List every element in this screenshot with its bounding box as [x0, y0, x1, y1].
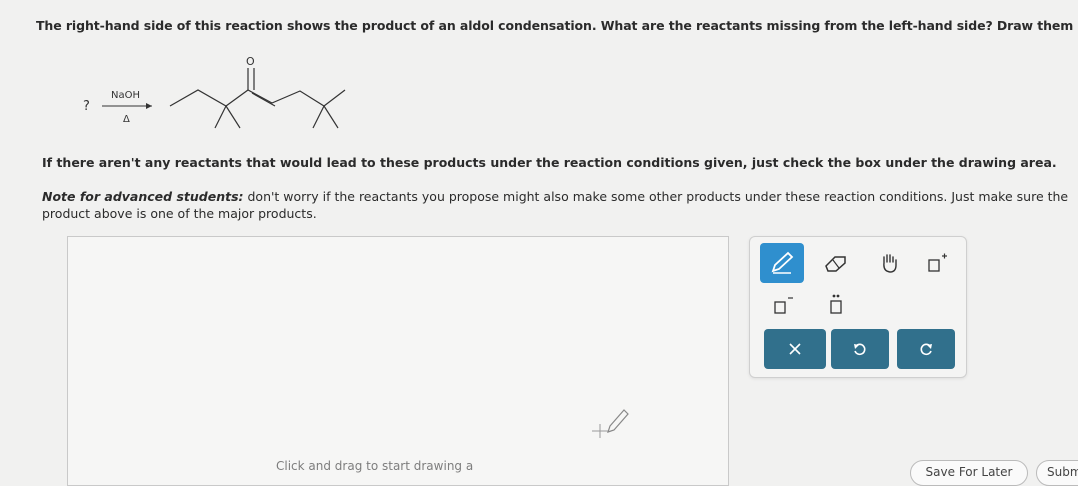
- instructions-text: If there aren't any reactants that would…: [42, 155, 1057, 170]
- reaction-scheme: ? NaOH Δ O: [70, 48, 390, 138]
- pencil-icon: [771, 251, 794, 274]
- pencil-tool-button[interactable]: [760, 243, 804, 283]
- note-line1: don't worry if the reactants you propose…: [243, 189, 1069, 204]
- add-charge-button[interactable]: [914, 243, 958, 283]
- crosshair-pencil-icon: [588, 402, 638, 446]
- eraser-tool-button[interactable]: [814, 243, 858, 283]
- clear-button[interactable]: [764, 329, 826, 369]
- reagent-heat: Δ: [123, 114, 130, 125]
- hand-icon: [883, 254, 897, 273]
- redo-icon: [920, 343, 932, 356]
- remove-charge-icon: [774, 297, 793, 314]
- drawing-toolbar: [749, 236, 967, 378]
- advanced-note: Note for advanced students: don't worry …: [42, 188, 1078, 222]
- lone-pair-icon: [830, 294, 842, 314]
- missing-reactant-mark: ?: [83, 99, 90, 114]
- undo-icon: [854, 343, 866, 356]
- submit-button[interactable]: Subm: [1036, 460, 1078, 486]
- redo-button[interactable]: [897, 329, 955, 369]
- note-lead: Note for advanced students:: [42, 189, 244, 204]
- undo-button[interactable]: [831, 329, 889, 369]
- question-text: The right-hand side of this reaction sho…: [36, 18, 1078, 33]
- product-structure: [169, 68, 346, 129]
- reagent-naoh: NaOH: [111, 90, 140, 101]
- lone-pair-button[interactable]: [814, 285, 858, 325]
- eraser-icon: [825, 256, 846, 272]
- clear-icon: [789, 343, 801, 355]
- hand-tool-button[interactable]: [868, 243, 912, 283]
- drawing-canvas[interactable]: Click and drag to start drawing a: [67, 236, 729, 486]
- add-charge-icon: [928, 253, 947, 272]
- note-line2: product above is one of the major produc…: [42, 206, 317, 221]
- canvas-hint: Click and drag to start drawing a: [276, 459, 474, 473]
- save-for-later-button[interactable]: Save For Later: [910, 460, 1028, 486]
- carbonyl-oxygen: O: [246, 55, 255, 68]
- remove-charge-button[interactable]: [760, 285, 804, 325]
